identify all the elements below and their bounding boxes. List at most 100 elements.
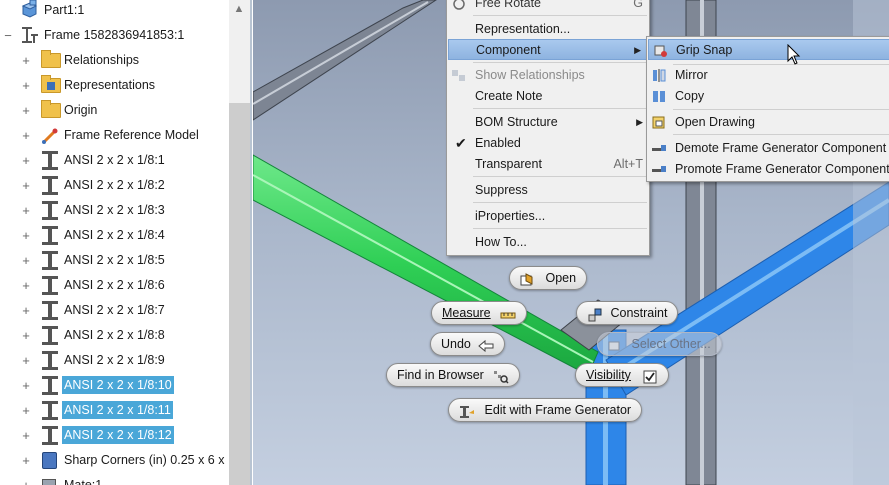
tree-node[interactable]: + ANSI 2 x 2 x 1/8:5 bbox=[0, 248, 228, 273]
tree-node[interactable]: + Origin bbox=[0, 98, 228, 123]
tree-node[interactable]: + ANSI 2 x 2 x 1/8:6 bbox=[0, 273, 228, 298]
menu-item-mirror[interactable]: Mirror bbox=[647, 65, 889, 86]
tree-node-label: ANSI 2 x 2 x 1/8:12 bbox=[62, 426, 174, 444]
expand-icon[interactable]: + bbox=[20, 373, 32, 398]
menu-item-bom-structure[interactable]: BOM Structure ▶ bbox=[447, 112, 649, 133]
menu-separator bbox=[473, 202, 647, 203]
undo-arrow-icon bbox=[478, 338, 494, 352]
menu-item-free-rotate[interactable]: Free Rotate G bbox=[447, 0, 649, 14]
menu-separator bbox=[673, 134, 889, 135]
expand-icon[interactable]: + bbox=[20, 48, 32, 73]
expand-icon[interactable]: + bbox=[20, 348, 32, 373]
measure-icon bbox=[500, 307, 516, 321]
marking-visibility-button[interactable]: Visibility bbox=[575, 363, 670, 387]
tree-node-label: Origin bbox=[64, 103, 98, 117]
expand-icon[interactable]: + bbox=[20, 73, 32, 98]
scroll-up-arrow-icon[interactable]: ▲ bbox=[233, 2, 245, 16]
menu-item-promote[interactable]: Promote Frame Generator Component bbox=[647, 159, 889, 180]
tree-node[interactable]: + ANSI 2 x 2 x 1/8:1 bbox=[0, 148, 228, 173]
ibeam-icon bbox=[42, 176, 58, 195]
expand-icon[interactable]: + bbox=[20, 173, 32, 198]
folder-icon bbox=[41, 50, 61, 68]
tree-node[interactable]: + ANSI 2 x 2 x 1/8:4 bbox=[0, 223, 228, 248]
tree-node[interactable]: + ANSI 2 x 2 x 1/8:11 bbox=[0, 398, 228, 423]
component-submenu: Grip Snap Mirror Copy Open Drawing Demot… bbox=[646, 36, 889, 182]
expand-icon[interactable]: + bbox=[20, 298, 32, 323]
menu-item-suppress[interactable]: Suppress bbox=[447, 180, 649, 201]
tree-node[interactable]: + Sharp Corners (in) 0.25 x 6 x bbox=[0, 448, 228, 473]
menu-separator bbox=[473, 228, 647, 229]
plate-icon bbox=[42, 452, 57, 469]
expand-icon[interactable]: + bbox=[20, 423, 32, 448]
marking-select-other-button[interactable]: Select Other... bbox=[597, 332, 722, 356]
menu-item-demote[interactable]: Demote Frame Generator Component bbox=[647, 138, 889, 159]
menu-separator bbox=[473, 15, 647, 16]
tree-node-label: ANSI 2 x 2 x 1/8:9 bbox=[64, 353, 165, 367]
expand-icon[interactable]: + bbox=[20, 448, 32, 473]
marking-find-in-browser-button[interactable]: Find in Browser bbox=[386, 363, 521, 387]
frame-assembly-icon bbox=[22, 27, 38, 43]
menu-item-enabled[interactable]: ✔ Enabled bbox=[447, 133, 649, 154]
tree-node-label: ANSI 2 x 2 x 1/8:5 bbox=[64, 253, 165, 267]
find-in-browser-icon bbox=[493, 369, 509, 384]
marking-measure-button[interactable]: Measure bbox=[431, 301, 528, 325]
tree-node-part1[interactable]: Part1:1 bbox=[0, 0, 228, 23]
visibility-checkbox-icon bbox=[642, 369, 658, 384]
browser-scroll-thumb[interactable] bbox=[229, 103, 250, 485]
tree-node[interactable]: + ANSI 2 x 2 x 1/8:12 bbox=[0, 423, 228, 448]
menu-item-open-drawing[interactable]: Open Drawing bbox=[647, 112, 889, 133]
ibeam-icon bbox=[42, 401, 58, 420]
expand-icon[interactable]: + bbox=[20, 273, 32, 298]
open-icon bbox=[520, 272, 536, 286]
expand-icon[interactable]: + bbox=[20, 148, 32, 173]
marking-edit-frame-generator-button[interactable]: Edit with Frame Generator bbox=[448, 398, 643, 422]
tree-node[interactable]: + ANSI 2 x 2 x 1/8:3 bbox=[0, 198, 228, 223]
menu-item-component[interactable]: Component ▶ bbox=[448, 39, 648, 60]
tree-node[interactable]: + ANSI 2 x 2 x 1/8:8 bbox=[0, 323, 228, 348]
ibeam-icon bbox=[42, 226, 58, 245]
ibeam-icon bbox=[42, 376, 58, 395]
panel-divider[interactable] bbox=[250, 0, 252, 485]
expand-icon[interactable]: + bbox=[20, 398, 32, 423]
tree-node[interactable]: + ANSI 2 x 2 x 1/8:2 bbox=[0, 173, 228, 198]
menu-item-how-to[interactable]: How To... bbox=[447, 232, 649, 253]
marking-undo-button[interactable]: Undo bbox=[430, 332, 506, 356]
tree-node[interactable]: + Frame Reference Model bbox=[0, 123, 228, 148]
expand-icon[interactable]: + bbox=[20, 223, 32, 248]
menu-item-grip-snap[interactable]: Grip Snap bbox=[648, 39, 889, 60]
ibeam-icon bbox=[42, 151, 58, 170]
menu-item-representation[interactable]: Representation... bbox=[447, 19, 649, 40]
expand-icon[interactable]: + bbox=[20, 473, 32, 485]
mouse-cursor-icon bbox=[787, 44, 801, 65]
tree-node[interactable]: + ANSI 2 x 2 x 1/8:7 bbox=[0, 298, 228, 323]
expand-icon[interactable]: + bbox=[20, 98, 32, 123]
ibeam-icon bbox=[42, 276, 58, 295]
tree-node[interactable]: + Relationships bbox=[0, 48, 228, 73]
tree-node-label: Sharp Corners (in) 0.25 x 6 x bbox=[64, 453, 225, 467]
tree-node[interactable]: + Mate:1 bbox=[0, 473, 228, 485]
mirror-icon bbox=[653, 69, 666, 82]
expand-icon[interactable]: + bbox=[20, 248, 32, 273]
ibeam-icon bbox=[42, 326, 58, 345]
menu-item-transparent[interactable]: Transparent Alt+T bbox=[447, 154, 649, 175]
menu-item-create-note[interactable]: Create Note bbox=[447, 86, 649, 107]
tree-node-frame[interactable]: − Frame 1582836941853:1 bbox=[0, 23, 228, 48]
tree-node-label: ANSI 2 x 2 x 1/8:2 bbox=[64, 178, 165, 192]
tree-node[interactable]: + ANSI 2 x 2 x 1/8:10 bbox=[0, 373, 228, 398]
tree-node-label: Frame Reference Model bbox=[64, 128, 199, 142]
model-browser: Part1:1 ⌃ − Frame 1582836941853:1 +Relat… bbox=[0, 0, 252, 485]
ibeam-icon bbox=[42, 301, 58, 320]
expand-icon[interactable]: + bbox=[20, 323, 32, 348]
tree-node-label: Relationships bbox=[64, 53, 140, 67]
menu-item-copy[interactable]: Copy bbox=[647, 86, 889, 107]
menu-item-iproperties[interactable]: iProperties... bbox=[447, 206, 649, 227]
menu-item-show-relationships[interactable]: Show Relationships bbox=[447, 65, 649, 86]
tree-node[interactable]: + ANSI 2 x 2 x 1/8:9 bbox=[0, 348, 228, 373]
copy-icon bbox=[653, 91, 665, 102]
tree-node[interactable]: + Representations bbox=[0, 73, 228, 98]
expand-icon[interactable]: + bbox=[20, 198, 32, 223]
expand-icon[interactable]: + bbox=[20, 123, 32, 148]
collapse-icon[interactable]: − bbox=[2, 23, 14, 48]
marking-constraint-button[interactable]: Constraint bbox=[576, 301, 679, 325]
marking-open-button[interactable]: Open bbox=[509, 266, 588, 290]
